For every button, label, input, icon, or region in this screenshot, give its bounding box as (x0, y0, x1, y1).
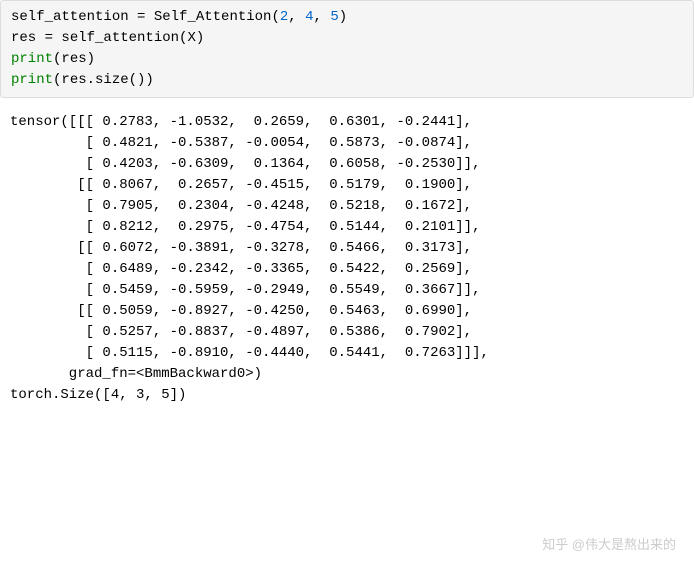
code-input-block: self_attention = Self_Attention(2, 4, 5)… (0, 0, 694, 98)
output-line: [[ 0.6072, -0.3891, -0.3278, 0.5466, 0.3… (10, 238, 684, 259)
code-line-3: print(res) (11, 49, 683, 70)
output-line: [ 0.4203, -0.6309, 0.1364, 0.6058, -0.25… (10, 154, 684, 175)
output-line: [ 0.6489, -0.2342, -0.3365, 0.5422, 0.25… (10, 259, 684, 280)
output-line: [[ 0.8067, 0.2657, -0.4515, 0.5179, 0.19… (10, 175, 684, 196)
output-line: [[ 0.5059, -0.8927, -0.4250, 0.5463, 0.6… (10, 301, 684, 322)
code-line-1: self_attention = Self_Attention(2, 4, 5) (11, 7, 683, 28)
output-line: [ 0.5459, -0.5959, -0.2949, 0.5549, 0.36… (10, 280, 684, 301)
output-line: grad_fn=<BmmBackward0>) (10, 364, 684, 385)
output-line: [ 0.7905, 0.2304, -0.4248, 0.5218, 0.167… (10, 196, 684, 217)
code-line-2: res = self_attention(X) (11, 28, 683, 49)
code-line-4: print(res.size()) (11, 70, 683, 91)
output-line: torch.Size([4, 3, 5]) (10, 385, 684, 406)
watermark: 知乎 @伟大是熬出来的 (542, 535, 676, 555)
output-line: [ 0.4821, -0.5387, -0.0054, 0.5873, -0.0… (10, 133, 684, 154)
output-line: [ 0.5115, -0.8910, -0.4440, 0.5441, 0.72… (10, 343, 684, 364)
output-block: tensor([[[ 0.2783, -1.0532, 0.2659, 0.63… (0, 106, 694, 412)
output-line: [ 0.8212, 0.2975, -0.4754, 0.5144, 0.210… (10, 217, 684, 238)
output-line: tensor([[[ 0.2783, -1.0532, 0.2659, 0.63… (10, 112, 684, 133)
output-line: [ 0.5257, -0.8837, -0.4897, 0.5386, 0.79… (10, 322, 684, 343)
